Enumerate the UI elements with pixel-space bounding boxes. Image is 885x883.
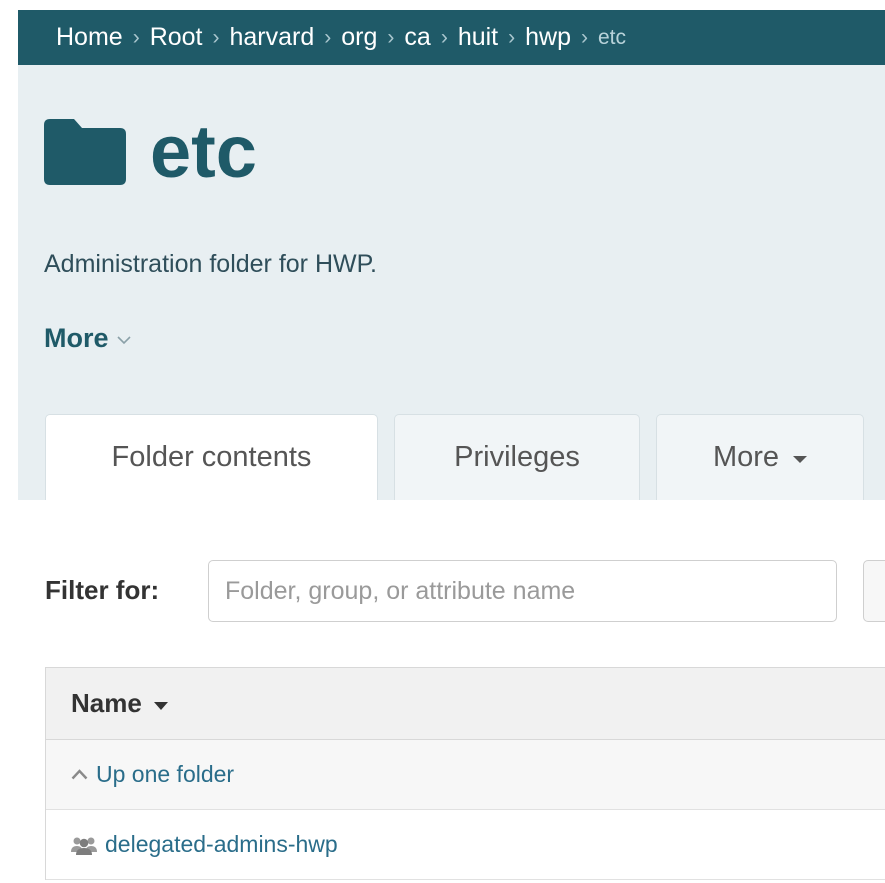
breadcrumb-root[interactable]: Root: [150, 23, 203, 52]
more-toggle[interactable]: More: [44, 323, 131, 354]
breadcrumb-separator: ›: [212, 25, 220, 49]
tab-label: Folder contents: [111, 441, 312, 473]
sort-caret-icon: [153, 701, 168, 710]
page-title: etc: [150, 110, 257, 193]
table-row: delegated-admins-hwp: [46, 810, 885, 880]
group-icon: [71, 837, 97, 855]
tab-label: More: [712, 441, 780, 473]
breadcrumb-separator: ›: [132, 25, 140, 49]
filter-button[interactable]: [863, 560, 885, 622]
breadcrumb-current: etc: [598, 25, 627, 49]
tab-privileges[interactable]: Privileges: [394, 414, 640, 500]
chevron-up-icon: [71, 769, 88, 780]
breadcrumb-separator: ›: [508, 25, 516, 49]
folder-description: Administration folder for HWP.: [44, 250, 377, 278]
title-row: etc: [44, 115, 257, 189]
more-label: More: [44, 323, 109, 353]
table-row: Up one folder: [46, 740, 885, 810]
group-link-delegated-admins-hwp[interactable]: delegated-admins-hwp: [105, 831, 338, 858]
breadcrumb-home[interactable]: Home: [56, 23, 123, 52]
folder-contents-table: Name Up one folder delegated-admins-hwp: [45, 667, 885, 880]
filter-input[interactable]: [208, 560, 837, 622]
breadcrumb-huit[interactable]: huit: [458, 23, 498, 52]
breadcrumb-separator: ›: [581, 25, 588, 49]
filter-label: Filter for:: [45, 575, 160, 605]
breadcrumb-separator: ›: [440, 25, 448, 49]
up-one-folder-link[interactable]: Up one folder: [96, 761, 234, 788]
chevron-down-icon: [116, 336, 131, 345]
breadcrumb: Home › Root › harvard › org › ca › huit …: [18, 10, 885, 65]
breadcrumb-ca[interactable]: ca: [404, 23, 430, 52]
breadcrumb-org[interactable]: org: [341, 23, 377, 52]
folder-icon: [44, 119, 126, 185]
column-header-label: Name: [71, 688, 142, 718]
column-header-name[interactable]: Name: [46, 668, 885, 740]
tab-folder-contents[interactable]: Folder contents: [45, 414, 378, 500]
breadcrumb-separator: ›: [324, 25, 332, 49]
breadcrumb-harvard[interactable]: harvard: [230, 23, 315, 52]
breadcrumb-separator: ›: [387, 25, 395, 49]
caret-down-icon: [793, 456, 808, 463]
tab-more[interactable]: More: [656, 414, 864, 500]
breadcrumb-hwp[interactable]: hwp: [525, 23, 571, 52]
tab-label: Privileges: [454, 441, 580, 473]
